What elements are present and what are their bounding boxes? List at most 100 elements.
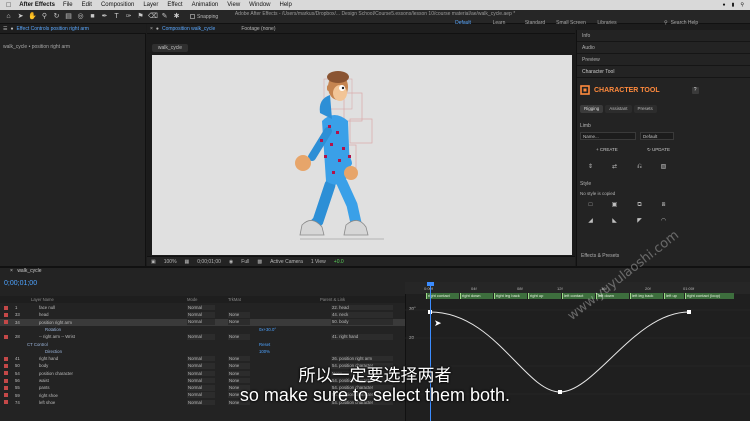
- rig-arm-icon[interactable]: ⇄: [611, 164, 618, 171]
- label-color-swatch[interactable]: [4, 320, 8, 325]
- style-corner-icon-2[interactable]: ◣: [611, 218, 618, 225]
- menu-window[interactable]: Window: [249, 2, 270, 8]
- snapping-checkbox[interactable]: [190, 14, 195, 19]
- marker[interactable]: right up: [528, 293, 561, 299]
- apple-icon[interactable]: : [6, 2, 11, 9]
- brush-tool-icon[interactable]: ✑: [124, 12, 133, 21]
- workspace-libraries[interactable]: Libraries: [589, 20, 625, 26]
- help-button[interactable]: ?: [691, 86, 699, 94]
- close-icon[interactable]: ×: [10, 268, 13, 274]
- menu-help[interactable]: Help: [280, 2, 292, 8]
- rectangle-tool-icon[interactable]: ■: [88, 12, 97, 21]
- property-value[interactable]: 100%: [259, 348, 270, 355]
- spotlight-icon[interactable]: ⚲: [740, 2, 744, 8]
- marker[interactable]: right contact (loop): [685, 293, 734, 299]
- trkmat-select[interactable]: None: [228, 319, 250, 325]
- close-icon[interactable]: ×: [150, 26, 153, 32]
- panel-preview[interactable]: Preview: [577, 54, 750, 66]
- tab-assistant[interactable]: Assistant: [605, 105, 632, 113]
- table-row[interactable]: 34 position right arm Normal None 50. body: [0, 318, 405, 326]
- panel-info[interactable]: Info: [577, 30, 750, 42]
- snapping-toggle[interactable]: Snapping: [190, 14, 218, 20]
- hand-tool-icon[interactable]: ✋: [28, 12, 37, 21]
- style-corner-icon-1[interactable]: ◢: [587, 218, 594, 225]
- property-row[interactable]: CT Control Reset: [0, 341, 405, 348]
- layer-name[interactable]: face null: [39, 304, 55, 311]
- transparency-icon[interactable]: ▩: [257, 259, 262, 265]
- style-curve-icon[interactable]: ◠: [660, 218, 667, 225]
- label-color-swatch[interactable]: [4, 305, 8, 310]
- limb-preset-select[interactable]: Default: [640, 132, 674, 140]
- menu-edit[interactable]: Edit: [82, 2, 92, 8]
- playhead-handle[interactable]: [427, 282, 434, 286]
- mode-select[interactable]: Normal: [187, 319, 215, 325]
- pen-tool-icon[interactable]: ✒: [100, 12, 109, 21]
- limb-name-input[interactable]: Name...: [580, 132, 636, 140]
- battery-icon[interactable]: ▮: [732, 2, 735, 8]
- snapshot-icon[interactable]: ◉: [229, 259, 233, 265]
- marker[interactable]: right leg back: [494, 293, 527, 299]
- layer-name[interactable]: position right arm: [39, 319, 72, 326]
- tab-effect-controls[interactable]: Effect Controls position right arm: [17, 26, 89, 32]
- col-layer-name[interactable]: Layer Name: [31, 297, 54, 302]
- menu-composition[interactable]: Composition: [101, 2, 134, 8]
- style-duplicate-icon[interactable]: ⧉: [636, 202, 643, 209]
- roto-brush-icon[interactable]: ✎: [160, 12, 169, 21]
- app-menu[interactable]: After Effects: [19, 2, 55, 8]
- menu-file[interactable]: File: [63, 2, 73, 8]
- style-paste-icon[interactable]: ▣: [611, 202, 618, 209]
- wifi-icon[interactable]: ●: [723, 2, 726, 8]
- comp-breadcrumb[interactable]: walk_cycle: [152, 44, 188, 52]
- style-corner-icon-3[interactable]: ◤: [636, 218, 643, 225]
- label-color-swatch[interactable]: [4, 312, 8, 317]
- rig-leg-icon[interactable]: ⇕: [587, 164, 594, 171]
- delete-icon[interactable]: ▧: [660, 164, 667, 171]
- pan-behind-icon[interactable]: ◎: [76, 12, 85, 21]
- views-select[interactable]: 1 View: [311, 259, 326, 265]
- resolution-select[interactable]: Full: [241, 259, 249, 265]
- zoom-tool-icon[interactable]: ⚲: [40, 12, 49, 21]
- update-button[interactable]: ↻ UPDATE: [647, 147, 670, 153]
- eraser-tool-icon[interactable]: ⌫: [148, 12, 158, 21]
- panel-menu-icon[interactable]: ☰: [3, 26, 7, 32]
- property-row[interactable]: Rotation 0x+30.0°: [0, 326, 405, 333]
- mode-select[interactable]: Normal: [187, 304, 215, 311]
- mode-select[interactable]: Normal: [187, 312, 215, 318]
- col-trkmat[interactable]: TrkMat: [228, 297, 241, 302]
- parent-select[interactable]: 50. body: [331, 319, 393, 325]
- camera-tool-icon[interactable]: ▤: [64, 12, 73, 21]
- property-value[interactable]: 0x+30.0°: [259, 326, 276, 333]
- lock-icon[interactable]: ●: [156, 26, 159, 32]
- camera-select[interactable]: Active Camera: [270, 259, 303, 265]
- trkmat-select[interactable]: None: [228, 334, 250, 340]
- search-help[interactable]: ⚲ Search Help: [664, 20, 698, 26]
- timeline-timecode[interactable]: 0;00;01;00: [4, 280, 37, 287]
- tab-composition[interactable]: Composition walk_cycle: [162, 26, 215, 32]
- safe-zones-icon[interactable]: ▦: [185, 259, 190, 265]
- tab-footage[interactable]: Footage (none): [241, 26, 275, 32]
- marker[interactable]: left leg back: [630, 293, 663, 299]
- menu-layer[interactable]: Layer: [143, 2, 158, 8]
- label-color-swatch[interactable]: [4, 356, 8, 361]
- create-button[interactable]: + CREATE: [596, 147, 618, 152]
- layer-name[interactable]: head: [39, 311, 49, 318]
- panel-audio[interactable]: Audio: [577, 42, 750, 54]
- composition-canvas[interactable]: [152, 55, 572, 255]
- marker[interactable]: left up: [664, 293, 684, 299]
- parent-select[interactable]: 44. neck: [331, 312, 393, 318]
- rig-trash-icon[interactable]: ⎌: [636, 164, 643, 171]
- style-layers-icon[interactable]: ⧈: [660, 202, 667, 209]
- tab-timeline-walk-cycle[interactable]: × walk_cycle: [10, 268, 42, 274]
- tab-presets[interactable]: Presets: [633, 105, 657, 113]
- property-row[interactable]: Direction 100%: [0, 348, 405, 355]
- selection-tool-icon[interactable]: ➤: [16, 12, 25, 21]
- clone-stamp-icon[interactable]: ⚑: [136, 12, 145, 21]
- table-row[interactable]: 33 head Normal None 44. neck: [0, 311, 405, 318]
- region-icon[interactable]: ▣: [151, 259, 156, 265]
- marker[interactable]: right down: [460, 293, 493, 299]
- menu-view[interactable]: View: [227, 2, 240, 8]
- panel-character-tool[interactable]: Character Tool: [577, 66, 750, 78]
- current-time[interactable]: 0;00;01;00: [197, 259, 221, 265]
- panel-effects-presets[interactable]: Effects & Presets: [581, 253, 619, 259]
- trkmat-select[interactable]: None: [228, 312, 250, 318]
